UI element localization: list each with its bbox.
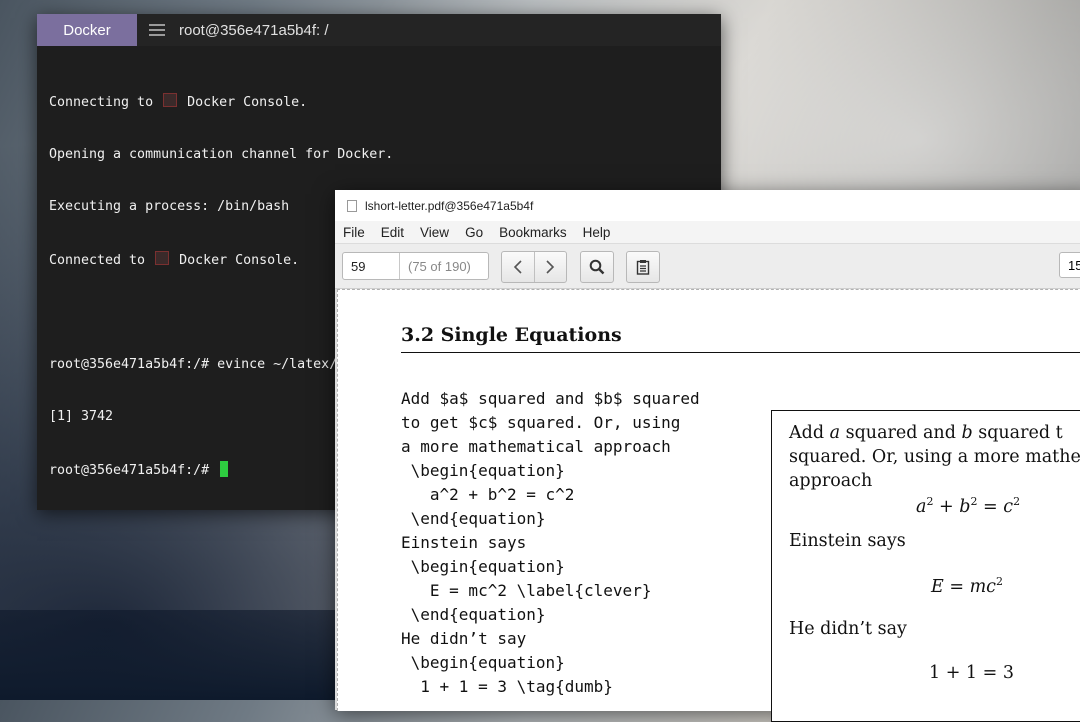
- document-icon: [347, 199, 357, 212]
- equation-einstein: E = mc2: [931, 575, 1003, 597]
- evince-titlebar[interactable]: lshort-letter.pdf@356e471a5b4f: [335, 190, 1080, 221]
- menu-bookmarks[interactable]: Bookmarks: [491, 225, 575, 240]
- clipboard-icon: [636, 260, 650, 275]
- docker-console-icon: [163, 93, 178, 107]
- latex-source-listing: Add $a$ squared and $b$ squared to get $c…: [401, 389, 700, 696]
- terminal-title: root@356e471a5b4f: /: [179, 21, 329, 39]
- rendered-output-box: Add a squared and b squared t squared. O…: [771, 410, 1080, 722]
- terminal-cursor: [220, 460, 229, 477]
- rendered-line: Add a squared and b squared t: [789, 423, 1063, 443]
- equation-dumb: 1 + 1 = 3: [929, 663, 1014, 683]
- zoom-entry[interactable]: 15: [1059, 252, 1080, 278]
- terminal-tab-docker[interactable]: Docker: [37, 14, 137, 46]
- menu-edit[interactable]: Edit: [373, 225, 412, 240]
- terminal-titlebar[interactable]: Docker root@356e471a5b4f: /: [37, 14, 721, 46]
- document-view[interactable]: 3.2 Single Equations Add $a$ squared and…: [335, 289, 1080, 722]
- previous-page-button[interactable]: [502, 252, 534, 282]
- annotations-button[interactable]: [626, 251, 660, 283]
- page-nav-group: [501, 251, 567, 283]
- rendered-line: Einstein says: [789, 531, 906, 551]
- menu-help[interactable]: Help: [575, 225, 619, 240]
- section-rule: [401, 352, 1080, 353]
- menu-file[interactable]: File: [335, 225, 373, 240]
- rendered-line: squared. Or, using a more mathe: [789, 447, 1080, 467]
- page-of-label: (75 of 190): [408, 258, 471, 274]
- terminal-prompt: root@356e471a5b4f:/#: [49, 462, 218, 478]
- rendered-line: approach: [789, 471, 873, 491]
- hamburger-menu-icon[interactable]: [149, 24, 165, 36]
- terminal-line: Connecting to Docker Console.: [49, 93, 308, 110]
- document-page: 3.2 Single Equations Add $a$ squared and…: [337, 289, 1080, 722]
- menu-bar: File Edit View Go Bookmarks Help: [335, 221, 1080, 244]
- search-icon: [589, 259, 605, 275]
- chevron-left-icon: [513, 260, 522, 274]
- evince-window[interactable]: lshort-letter.pdf@356e471a5b4f File Edit…: [335, 190, 1080, 722]
- page-number-entry[interactable]: 59 (75 of 190): [342, 252, 489, 280]
- search-button[interactable]: [580, 251, 614, 283]
- terminal-line: Opening a communication channel for Dock…: [49, 146, 394, 162]
- toolbar: 59 (75 of 190) 15: [335, 244, 1080, 289]
- page-current[interactable]: 59: [343, 253, 400, 279]
- menu-go[interactable]: Go: [457, 225, 491, 240]
- equation-pythagoras: a2 + b2 = c2: [916, 495, 1021, 517]
- next-page-button[interactable]: [533, 252, 567, 282]
- evince-title: lshort-letter.pdf@356e471a5b4f: [365, 198, 534, 213]
- menu-view[interactable]: View: [412, 225, 457, 240]
- rendered-line: He didn’t say: [789, 619, 907, 639]
- section-heading: 3.2 Single Equations: [401, 324, 622, 346]
- docker-console-icon: [155, 250, 170, 265]
- terminal-tab-label: Docker: [63, 21, 111, 39]
- chevron-right-icon: [546, 260, 555, 274]
